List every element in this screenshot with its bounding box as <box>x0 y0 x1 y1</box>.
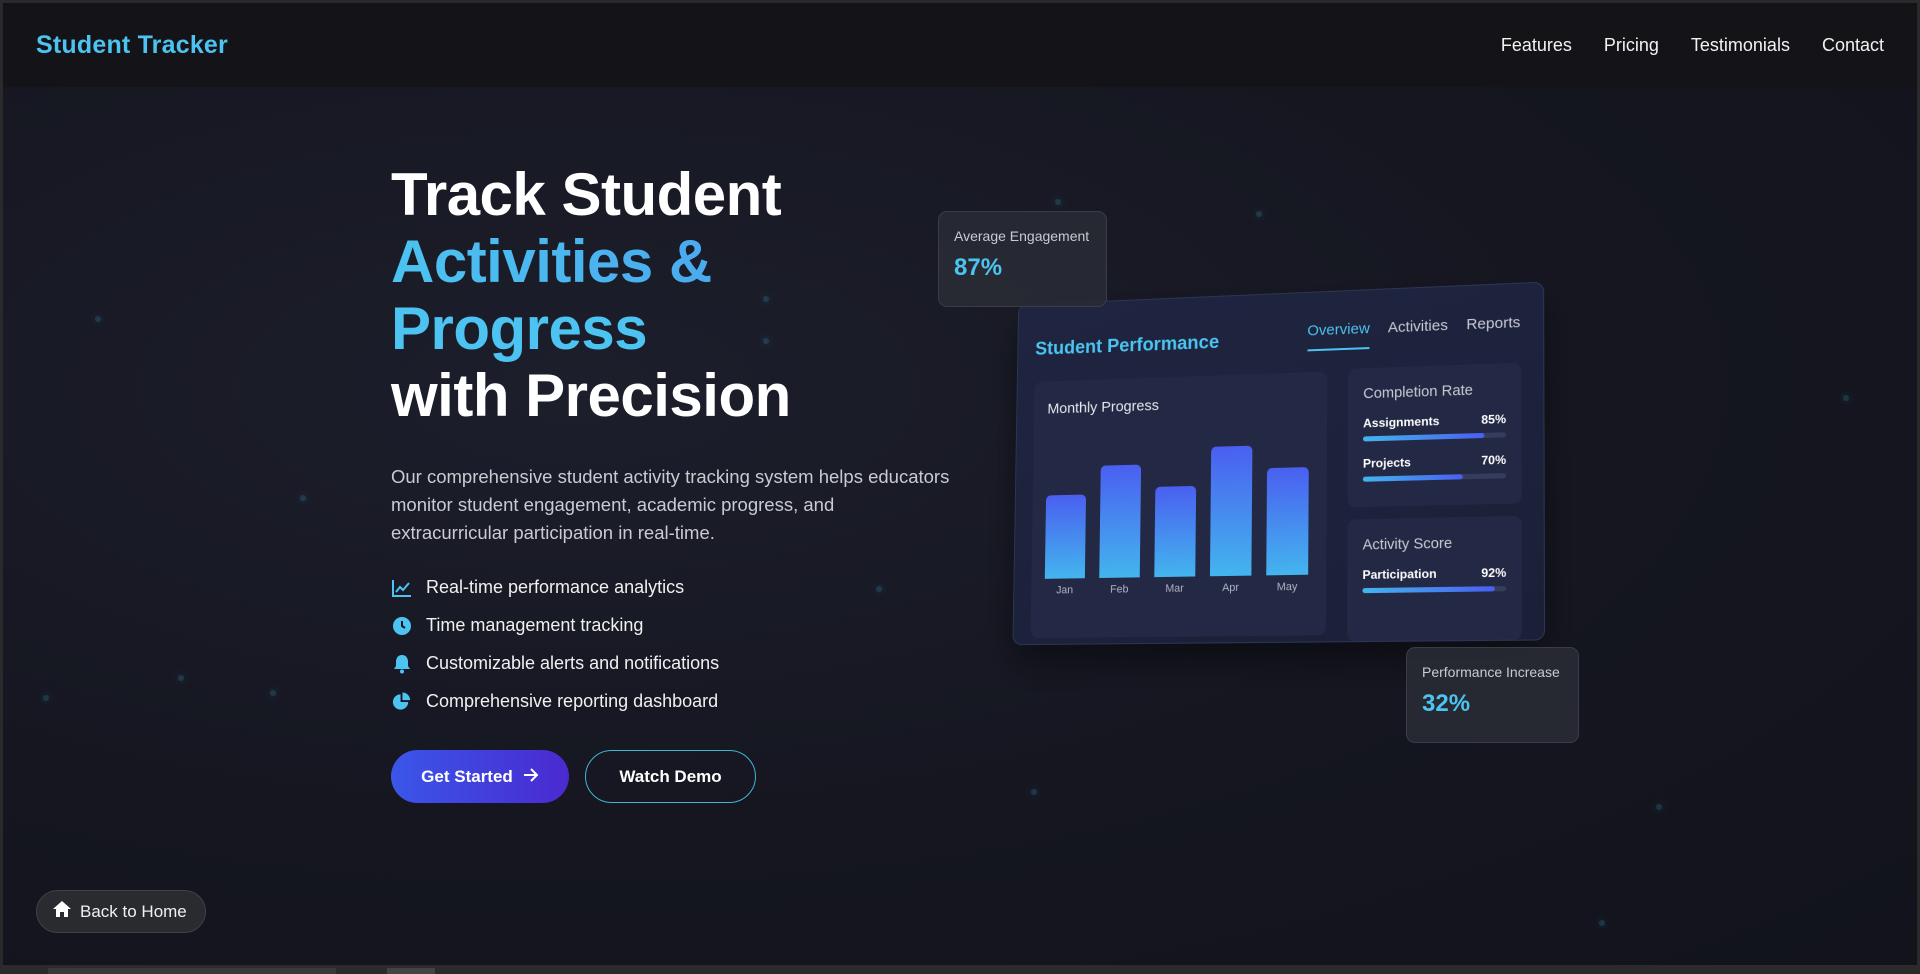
hero-heading-line-4: with Precision <box>391 362 951 429</box>
hero-section: Track Student Activities & Progress with… <box>391 161 951 803</box>
bar <box>1266 467 1309 575</box>
background-particle <box>1055 199 1061 205</box>
bar-label: Feb <box>1099 583 1140 595</box>
hero-heading-line-2: Activities & <box>391 228 951 295</box>
background-particle <box>1256 211 1262 217</box>
bar <box>1045 494 1086 578</box>
stat-value: 87% <box>954 254 1091 282</box>
metric-participation: Participation 92% <box>1362 565 1506 593</box>
metric-projects: Projects 70% <box>1363 453 1506 482</box>
bar-label: Apr <box>1210 582 1252 595</box>
completion-rate-title: Completion Rate <box>1363 383 1473 403</box>
feature-item: Customizable alerts and notifications <box>391 653 951 674</box>
feature-item: Real-time performance analytics <box>391 577 951 598</box>
dashboard-tabs: Overview Activities Reports <box>1307 314 1520 351</box>
feature-label: Customizable alerts and notifications <box>426 653 719 674</box>
completion-rate-panel: Completion Rate Assignments 85% Projects 7… <box>1348 363 1522 508</box>
bell-icon <box>391 653 412 674</box>
hero-heading-line-1: Track Student <box>391 161 951 228</box>
nav-link-features[interactable]: Features <box>1501 35 1572 56</box>
watch-demo-button[interactable]: Watch Demo <box>585 750 756 803</box>
home-icon <box>52 900 72 923</box>
background-particle <box>1843 395 1849 401</box>
hero-heading: Track Student Activities & Progress with… <box>391 161 951 429</box>
tab-overview[interactable]: Overview <box>1307 320 1370 351</box>
feature-label: Comprehensive reporting dashboard <box>426 691 718 712</box>
progress-fill <box>1363 433 1484 442</box>
feature-label: Time management tracking <box>426 615 643 636</box>
activity-score-panel: Activity Score Participation 92% <box>1347 516 1522 641</box>
progress-track <box>1363 432 1506 441</box>
stat-label: Performance Increase <box>1422 664 1563 680</box>
bar <box>1154 486 1196 577</box>
bar-column: Jan <box>1045 439 1087 597</box>
metric-value: 92% <box>1481 565 1506 580</box>
back-to-home-button[interactable]: Back to Home <box>36 890 206 933</box>
get-started-button[interactable]: Get Started <box>391 750 569 803</box>
hero-description: Our comprehensive student activity track… <box>391 463 951 547</box>
metric-value: 70% <box>1481 453 1506 468</box>
taskbar-item[interactable] <box>48 968 336 974</box>
background-particle <box>95 316 101 322</box>
get-started-label: Get Started <box>421 767 513 787</box>
background-particle <box>270 690 276 696</box>
clock-icon <box>391 615 412 636</box>
page-frame: Student Tracker Features Pricing Testimo… <box>3 3 1917 965</box>
background-particle <box>1599 920 1605 926</box>
activity-score-title: Activity Score <box>1363 536 1453 554</box>
pie-chart-icon <box>391 691 412 712</box>
bar-column: Apr <box>1210 434 1253 595</box>
performance-increase-card: Performance Increase 32% <box>1406 647 1579 743</box>
progress-track <box>1362 586 1506 593</box>
bar-label: Jan <box>1045 584 1085 596</box>
background-particle <box>43 695 49 701</box>
background-particle <box>178 675 184 681</box>
hero-heading-line-3: Progress <box>391 295 951 362</box>
stat-value: 32% <box>1422 690 1563 718</box>
average-engagement-card: Average Engagement 87% <box>938 211 1107 307</box>
metric-label: Participation <box>1362 567 1436 582</box>
back-to-home-label: Back to Home <box>80 902 187 922</box>
feature-item: Comprehensive reporting dashboard <box>391 691 951 712</box>
stat-label: Average Engagement <box>954 228 1091 244</box>
nav-link-testimonials[interactable]: Testimonials <box>1691 35 1790 56</box>
chart-line-icon <box>391 577 412 598</box>
feature-label: Real-time performance analytics <box>426 577 684 598</box>
metric-label: Projects <box>1363 455 1411 470</box>
brand-logo[interactable]: Student Tracker <box>36 31 228 60</box>
background-particle <box>1031 789 1037 795</box>
taskbar <box>0 965 1920 974</box>
bar <box>1210 446 1252 577</box>
metric-value: 85% <box>1481 412 1506 427</box>
monthly-progress-panel: Monthly Progress Jan Feb Mar Apr May <box>1031 372 1328 639</box>
nav-link-pricing[interactable]: Pricing <box>1604 35 1659 56</box>
tab-activities[interactable]: Activities <box>1388 317 1448 348</box>
dashboard-title: Student Performance <box>1035 332 1219 361</box>
navbar: Student Tracker Features Pricing Testimo… <box>3 3 1917 87</box>
bar <box>1099 465 1141 578</box>
dashboard-preview: Student Performance Overview Activities … <box>1012 282 1545 646</box>
progress-fill <box>1362 586 1494 593</box>
arrow-right-icon <box>523 767 539 787</box>
bar-column: May <box>1266 432 1309 593</box>
bar-column: Mar <box>1154 435 1197 595</box>
bar-label: Mar <box>1154 582 1195 595</box>
background-particle <box>1656 804 1662 810</box>
feature-list: Real-time performance analytics Time man… <box>391 577 951 712</box>
progress-track <box>1363 473 1506 482</box>
metric-assignments: Assignments 85% <box>1363 412 1506 442</box>
monthly-progress-title: Monthly Progress <box>1047 397 1159 417</box>
metric-label: Assignments <box>1363 414 1439 430</box>
nav-link-contact[interactable]: Contact <box>1822 35 1884 56</box>
background-particle <box>300 495 306 501</box>
nav-links: Features Pricing Testimonials Contact <box>1501 35 1884 56</box>
monthly-progress-chart: Jan Feb Mar Apr May <box>1045 432 1319 597</box>
taskbar-item[interactable] <box>387 968 435 974</box>
feature-item: Time management tracking <box>391 615 951 636</box>
tab-reports[interactable]: Reports <box>1466 314 1520 345</box>
progress-fill <box>1363 474 1463 482</box>
bar-column: Feb <box>1099 437 1141 596</box>
cta-group: Get Started Watch Demo <box>391 750 951 803</box>
bar-label: May <box>1266 581 1308 594</box>
